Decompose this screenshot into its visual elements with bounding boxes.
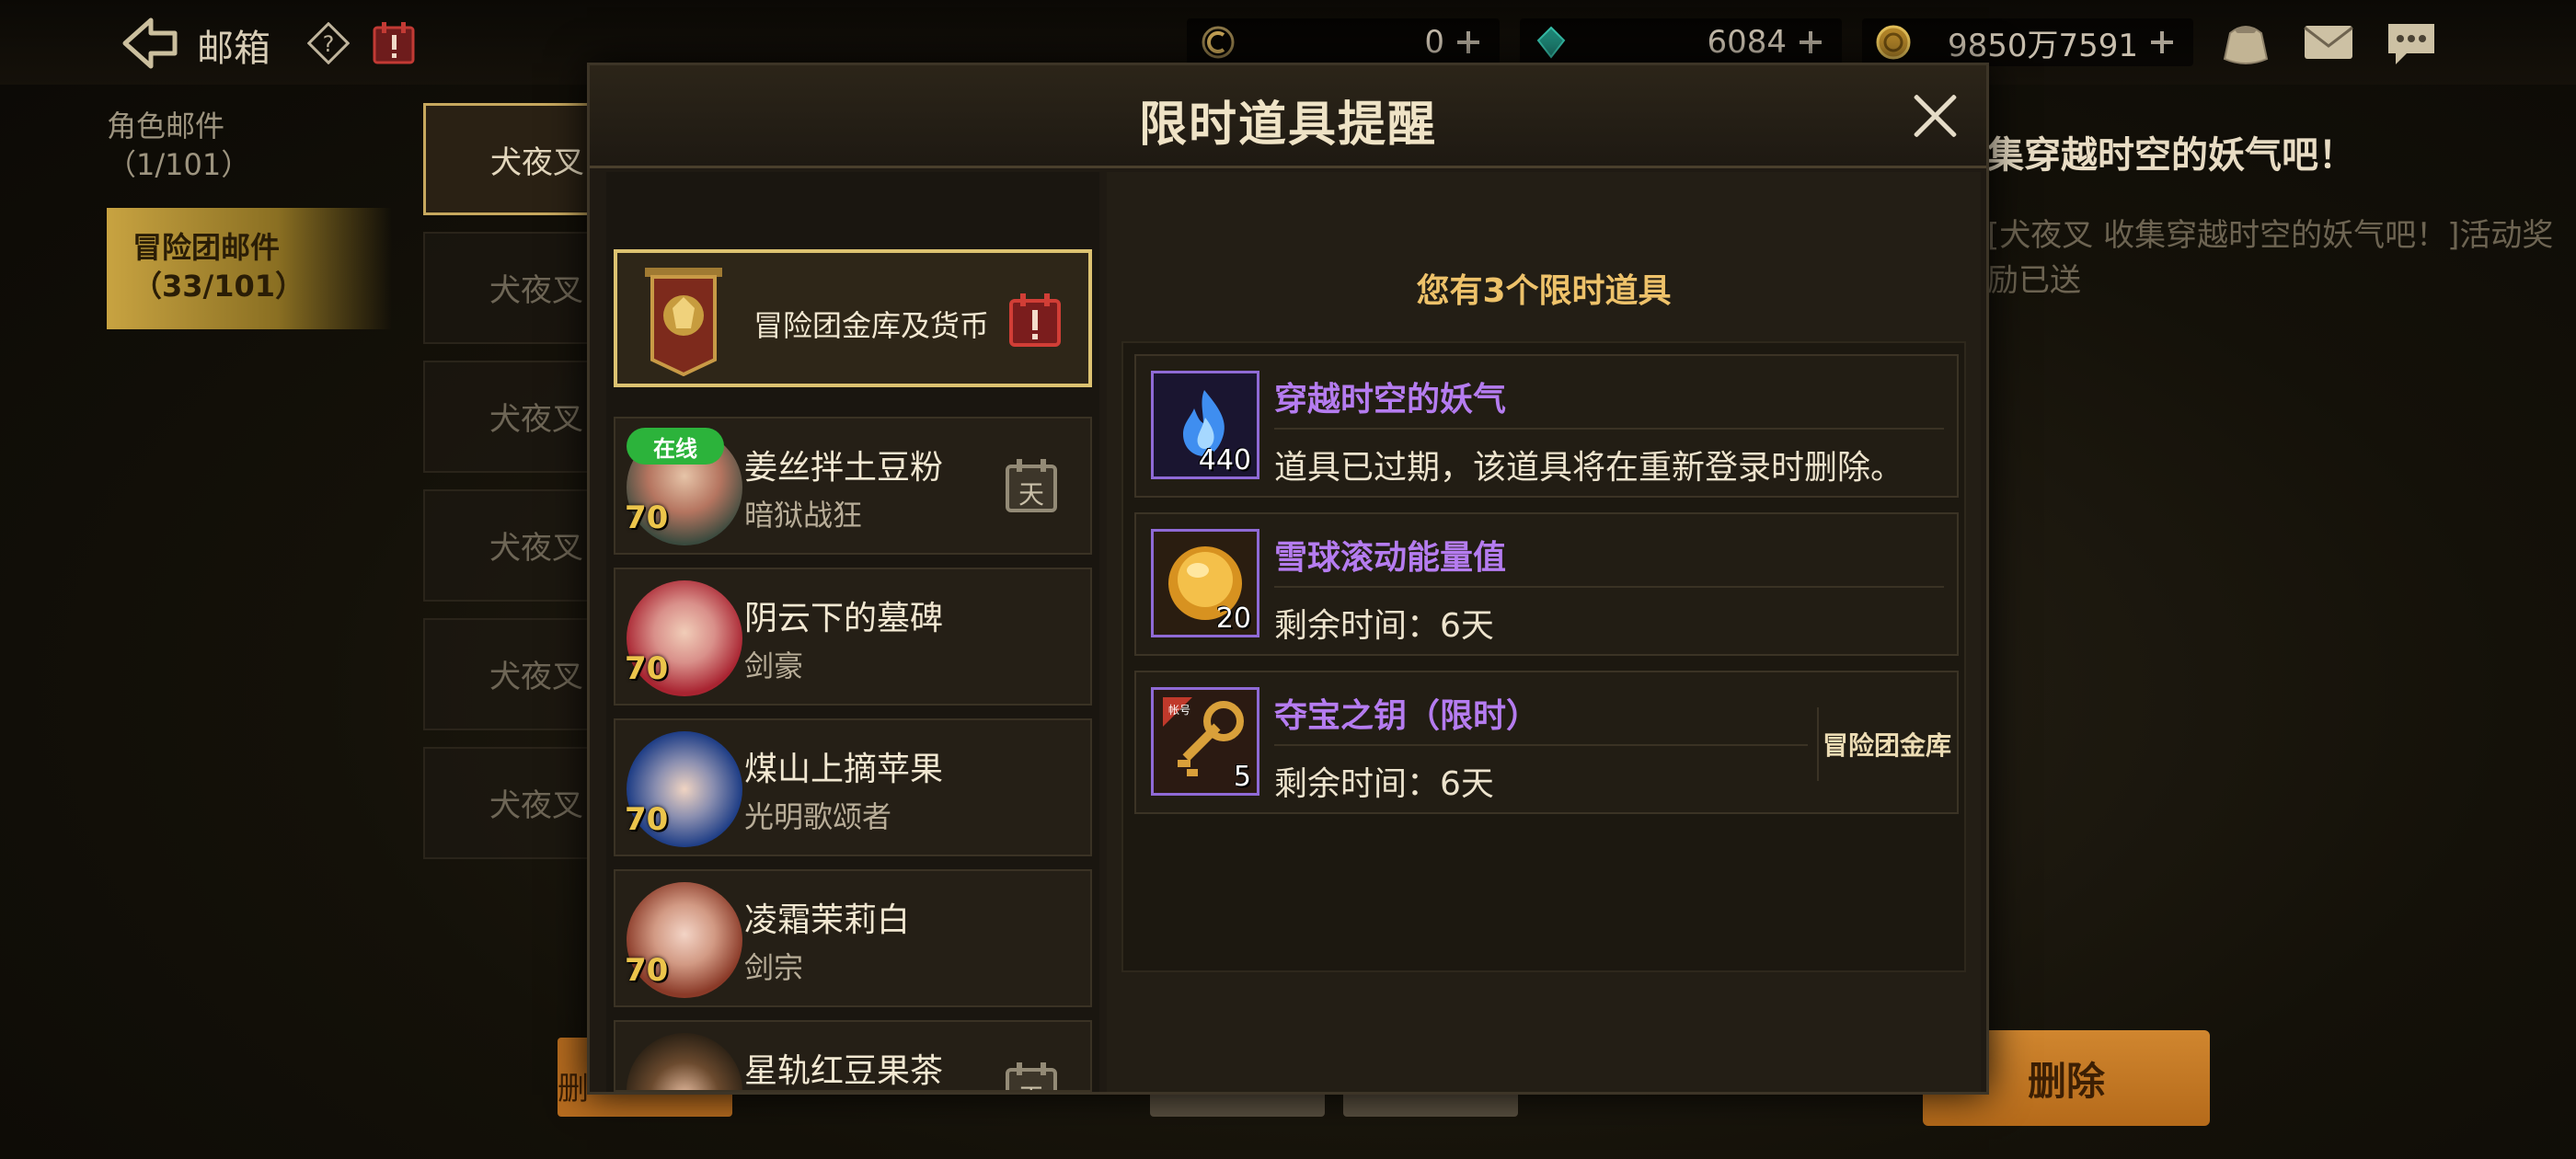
character-class: 剑豪 bbox=[744, 648, 804, 683]
add-gold-button[interactable] bbox=[2144, 24, 2180, 61]
energy-orb-icon: 20 bbox=[1151, 529, 1259, 637]
character-class: 光明歌颂者 bbox=[744, 799, 892, 834]
gold-amount: 9850万7591 bbox=[1947, 27, 2138, 64]
blue-flame-icon: 440 bbox=[1151, 371, 1259, 479]
character-name: 姜丝拌土豆粉 bbox=[744, 449, 944, 487]
calendar-alert-icon[interactable] bbox=[372, 20, 416, 66]
currency-ceramic: 0 bbox=[1187, 18, 1500, 66]
dialog-title: 限时道具提醒 bbox=[1138, 98, 1437, 153]
level-badge: 70 bbox=[625, 650, 669, 687]
help-icon[interactable]: ? bbox=[307, 22, 350, 64]
mail-sender: 犬夜叉 bbox=[489, 659, 583, 695]
calendar-day-icon: 天 bbox=[1006, 1062, 1057, 1092]
character-row[interactable]: 70 凌霜茉莉白 剑宗 bbox=[614, 869, 1092, 1007]
character-name: 星轨红豆果茶 bbox=[744, 1052, 944, 1090]
banner-icon bbox=[645, 268, 722, 376]
character-name: 凌霜茉莉白 bbox=[744, 901, 911, 939]
item-remaining-time: 剩余时间：6天 bbox=[1274, 765, 1494, 803]
add-ceramic-button[interactable] bbox=[1450, 24, 1487, 61]
mail-sender: 犬夜叉 bbox=[489, 272, 583, 309]
svg-text:天: 天 bbox=[1018, 479, 1044, 510]
character-row[interactable]: 在线 70 姜丝拌土豆粉 暗狱战狂 天 bbox=[614, 417, 1092, 555]
limited-items-pane: 您有3个限时道具 440 穿越时空的妖气 道具已过期，该道具将在重新登录时删除。 bbox=[1107, 172, 1981, 1092]
mail-list-item[interactable]: 犬夜叉 bbox=[423, 489, 607, 602]
level-badge: 70 bbox=[625, 952, 669, 989]
account-badge: 帐号 bbox=[1168, 703, 1190, 717]
item-row[interactable]: 20 雪球滚动能量值 剩余时间：6天 bbox=[1134, 512, 1959, 656]
character-name: 煤山上摘苹果 bbox=[744, 751, 944, 788]
calendar-day-icon: 天 bbox=[1006, 459, 1057, 512]
mail-sender: 犬夜叉 bbox=[490, 144, 584, 181]
item-remaining-time: 剩余时间：6天 bbox=[1274, 607, 1494, 645]
dialog-header: 限时道具提醒 bbox=[590, 65, 1986, 168]
character-row-team-vault[interactable]: 冒险团金库及货币 bbox=[614, 249, 1092, 387]
sidebar-item-count: （33/101） bbox=[132, 269, 305, 304]
gold-coin-icon bbox=[1876, 25, 1911, 60]
ceramic-currency-icon bbox=[1202, 26, 1235, 59]
character-row[interactable]: 70 阴云下的墓碑 剑豪 bbox=[614, 568, 1092, 706]
character-name: 冒险团金库及货币 bbox=[753, 308, 990, 343]
avatar bbox=[627, 1033, 742, 1090]
sidebar-item-label: 冒险团邮件 bbox=[132, 230, 281, 265]
ceramic-amount: 0 bbox=[1424, 24, 1444, 61]
item-name: 穿越时空的妖气 bbox=[1274, 381, 1507, 419]
character-list: 冒险团金库及货币 在线 70 姜丝拌土豆粉 暗狱战狂 天 70 阴云下的墓碑 剑… bbox=[606, 172, 1099, 1092]
item-location-tag: 冒险团金库 bbox=[1817, 707, 1955, 781]
mail-list-item[interactable]: 犬夜叉 bbox=[423, 103, 607, 215]
item-count: 20 bbox=[1215, 602, 1251, 635]
mail-detail-title: 集穿越时空的妖气吧！ bbox=[1987, 134, 2355, 177]
character-row[interactable]: 70 煤山上摘苹果 光明歌颂者 bbox=[614, 718, 1092, 856]
character-class: 暗狱战狂 bbox=[744, 498, 863, 533]
currency-gold: 9850万7591 bbox=[1862, 18, 2193, 66]
currency-gem: 6084 bbox=[1520, 18, 1842, 66]
svg-text:天: 天 bbox=[1018, 1083, 1044, 1092]
mail-sender: 犬夜叉 bbox=[489, 787, 583, 824]
mail-list-item[interactable]: 犬夜叉 bbox=[423, 232, 607, 344]
close-icon[interactable] bbox=[1911, 91, 1961, 141]
sidebar-item-team-mail[interactable]: 冒险团邮件 （33/101） bbox=[107, 208, 392, 329]
item-row[interactable]: 帐号 5 夺宝之钥（限时） 剩余时间：6天 冒险团金库 bbox=[1134, 671, 1959, 814]
page-title: 邮箱 bbox=[197, 28, 270, 70]
item-name: 夺宝之钥（限时） bbox=[1274, 697, 1540, 735]
back-arrow-icon[interactable] bbox=[120, 17, 180, 70]
item-name: 雪球滚动能量值 bbox=[1274, 539, 1507, 577]
mail-sender: 犬夜叉 bbox=[489, 530, 583, 567]
chat-icon[interactable] bbox=[2383, 17, 2440, 68]
button-label: 删 bbox=[558, 1071, 589, 1107]
sidebar-item-count: （1/101） bbox=[107, 147, 251, 182]
limited-item-dialog: 限时道具提醒 冒险团金库及货币 在线 70 姜丝拌土豆粉 暗狱战狂 天 70 阴… bbox=[587, 63, 1989, 1095]
online-badge: 在线 bbox=[627, 428, 724, 465]
items-panel: 440 穿越时空的妖气 道具已过期，该道具将在重新登录时删除。 20 雪球滚动能… bbox=[1121, 341, 1966, 972]
character-row[interactable]: 星轨红豆果茶 天 bbox=[614, 1020, 1092, 1092]
divider bbox=[1274, 744, 1808, 746]
item-status: 道具已过期，该道具将在重新登录时删除。 bbox=[1274, 449, 1904, 487]
character-class: 剑宗 bbox=[744, 950, 804, 985]
sidebar-item-label: 角色邮件 bbox=[107, 109, 225, 143]
mail-sender: 犬夜叉 bbox=[489, 401, 583, 438]
item-count: 440 bbox=[1198, 444, 1251, 476]
level-badge: 70 bbox=[625, 801, 669, 838]
mail-detail-body: [犬夜叉 收集穿越时空的妖气吧！]活动奖励已送 bbox=[1987, 217, 2554, 299]
golden-key-icon: 帐号 5 bbox=[1151, 687, 1259, 796]
item-row[interactable]: 440 穿越时空的妖气 道具已过期，该道具将在重新登录时删除。 bbox=[1134, 354, 1959, 498]
mail-list-item[interactable]: 犬夜叉 bbox=[423, 361, 607, 473]
gem-amount: 6084 bbox=[1707, 24, 1787, 61]
gem-currency-icon bbox=[1536, 26, 1566, 59]
limited-items-summary: 您有3个限时道具 bbox=[1416, 272, 1672, 310]
level-badge: 70 bbox=[625, 499, 669, 536]
calendar-alert-icon bbox=[1009, 293, 1061, 347]
divider bbox=[1274, 586, 1944, 588]
divider bbox=[1274, 428, 1944, 430]
svg-text:?: ? bbox=[323, 31, 335, 57]
sidebar-item-role-mail[interactable]: 角色邮件 （1/101） bbox=[107, 107, 355, 184]
mail-icon[interactable] bbox=[2300, 17, 2357, 68]
character-name: 阴云下的墓碑 bbox=[744, 600, 944, 637]
pouch-icon[interactable] bbox=[2217, 17, 2274, 68]
add-gem-button[interactable] bbox=[1792, 24, 1829, 61]
mail-list-item[interactable]: 犬夜叉 bbox=[423, 747, 607, 859]
item-count: 5 bbox=[1233, 761, 1251, 793]
mail-list-item[interactable]: 犬夜叉 bbox=[423, 618, 607, 730]
